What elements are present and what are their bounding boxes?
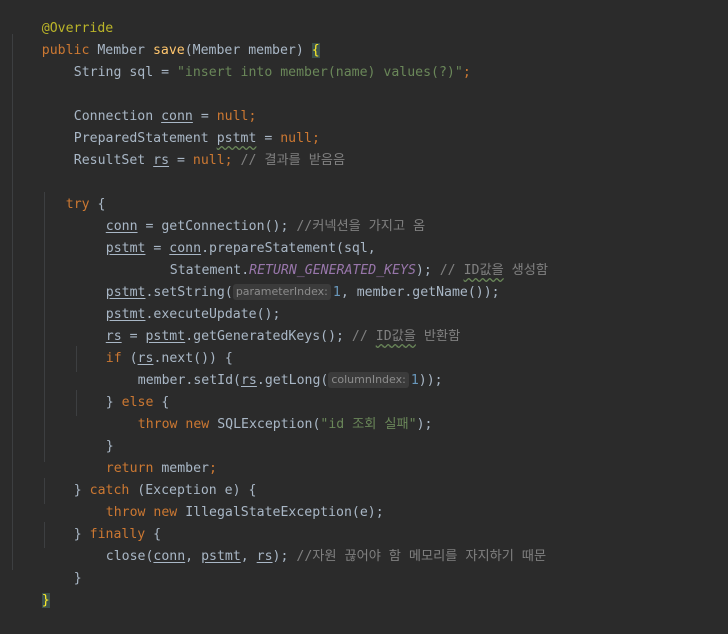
comment: // 결과를 받음음 — [240, 153, 346, 168]
number-literal: 1 — [332, 285, 341, 300]
code-line-try[interactable]: try { — [34, 172, 106, 212]
code-text: , — [240, 549, 257, 564]
code-text: ); — [272, 549, 297, 564]
code-text: String sql = — [73, 65, 177, 80]
code-text: , member.getName()); — [340, 285, 500, 300]
number-literal: 1 — [410, 373, 419, 388]
code-text: , — [185, 549, 202, 564]
code-line-get-generated-keys[interactable]: rs = pstmt.getGeneratedKeys(); // ID값을 반… — [74, 304, 460, 344]
code-text: = — [169, 153, 193, 168]
code-text: SQLException( — [209, 417, 321, 432]
code-line-generated-keys-arg[interactable]: Statement.RETURN_GENERATED_KEYS); // ID값… — [138, 238, 548, 278]
code-line-set-string[interactable]: pstmt.setString(parameterIndex: 1, member… — [74, 260, 500, 300]
code-line-catch[interactable]: } catch (Exception e) { — [42, 458, 257, 498]
code-line-set-id[interactable]: member.setId(rs.getLong(columnIndex: 1)); — [106, 348, 443, 388]
code-text: IllegalStateException(e); — [177, 505, 384, 520]
code-text: close( — [105, 549, 154, 564]
keyword-new: new — [185, 417, 210, 432]
code-line-execute-update[interactable]: pstmt.executeUpdate(); — [74, 282, 281, 322]
variable-pstmt: pstmt — [201, 549, 241, 564]
variable-rs: rs — [256, 549, 273, 564]
indent-guide — [12, 34, 13, 570]
code-line-method-close[interactable]: } — [10, 568, 50, 608]
code-line-resultset[interactable]: ResultSet rs = null; // 결과를 받음음 — [42, 128, 345, 168]
string-literal: "id 조회 실패" — [320, 417, 417, 432]
variable-conn: conn — [153, 549, 186, 564]
code-line-close-brace[interactable]: } — [74, 414, 114, 454]
comment: // — [351, 329, 376, 344]
semicolon: ; — [224, 153, 241, 168]
code-line-get-connection[interactable]: conn = getConnection(); //커넥션을 가지고 옴 — [74, 194, 425, 234]
code-line-close[interactable]: close(conn, pstmt, rs); //자원 끊어야 함 메모리를 … — [74, 524, 546, 564]
code-line-throw-sql-exception[interactable]: throw new SQLException("id 조회 실패"); — [106, 392, 433, 432]
sql-string: "insert into member(name) values(?)" — [176, 65, 463, 80]
code-text: ResultSet — [73, 153, 154, 168]
code-text: .getLong( — [256, 373, 329, 388]
code-line-prepare-statement[interactable]: pstmt = conn.prepareStatement(sql, — [74, 216, 376, 256]
comment: 생성함 — [503, 263, 549, 278]
code-text: )); — [418, 373, 443, 388]
code-line-annotation[interactable]: @Override — [10, 0, 113, 36]
semicolon: ; — [462, 65, 471, 80]
parameter-hint: columnIndex: — [328, 372, 409, 388]
code-line-else[interactable]: } else { — [74, 370, 170, 410]
matched-brace-close: } — [41, 593, 50, 608]
code-editor[interactable]: @Override public Member save(Member memb… — [0, 0, 728, 608]
comment-typo: ID값을 — [375, 329, 416, 344]
comment: 반환함 — [415, 329, 461, 344]
code-line-close-brace[interactable]: } — [42, 546, 82, 586]
code-text: } — [73, 571, 82, 586]
variable-rs: rs — [153, 153, 170, 168]
code-line-sql[interactable]: String sql = "insert into member(name) v… — [42, 40, 471, 80]
code-line-connection[interactable]: Connection conn = null; — [42, 84, 257, 124]
code-line-return[interactable]: return member; — [74, 436, 217, 476]
code-line-if[interactable]: if (rs.next()) { — [74, 326, 233, 366]
code-line-prepared-statement[interactable]: PreparedStatement pstmt = null; — [42, 106, 320, 146]
variable-rs: rs — [240, 373, 257, 388]
comment: //자원 끊어야 함 메모리를 자지하기 때문 — [296, 549, 547, 564]
keyword-null: null — [192, 153, 225, 168]
keyword-throw: throw — [137, 417, 178, 432]
code-line-finally[interactable]: } finally { — [42, 502, 161, 542]
code-text: ); — [416, 417, 433, 432]
code-line-throw-illegal-state[interactable]: throw new IllegalStateException(e); — [74, 480, 384, 520]
code-line-method-signature[interactable]: public Member save(Member member) { — [10, 18, 320, 58]
